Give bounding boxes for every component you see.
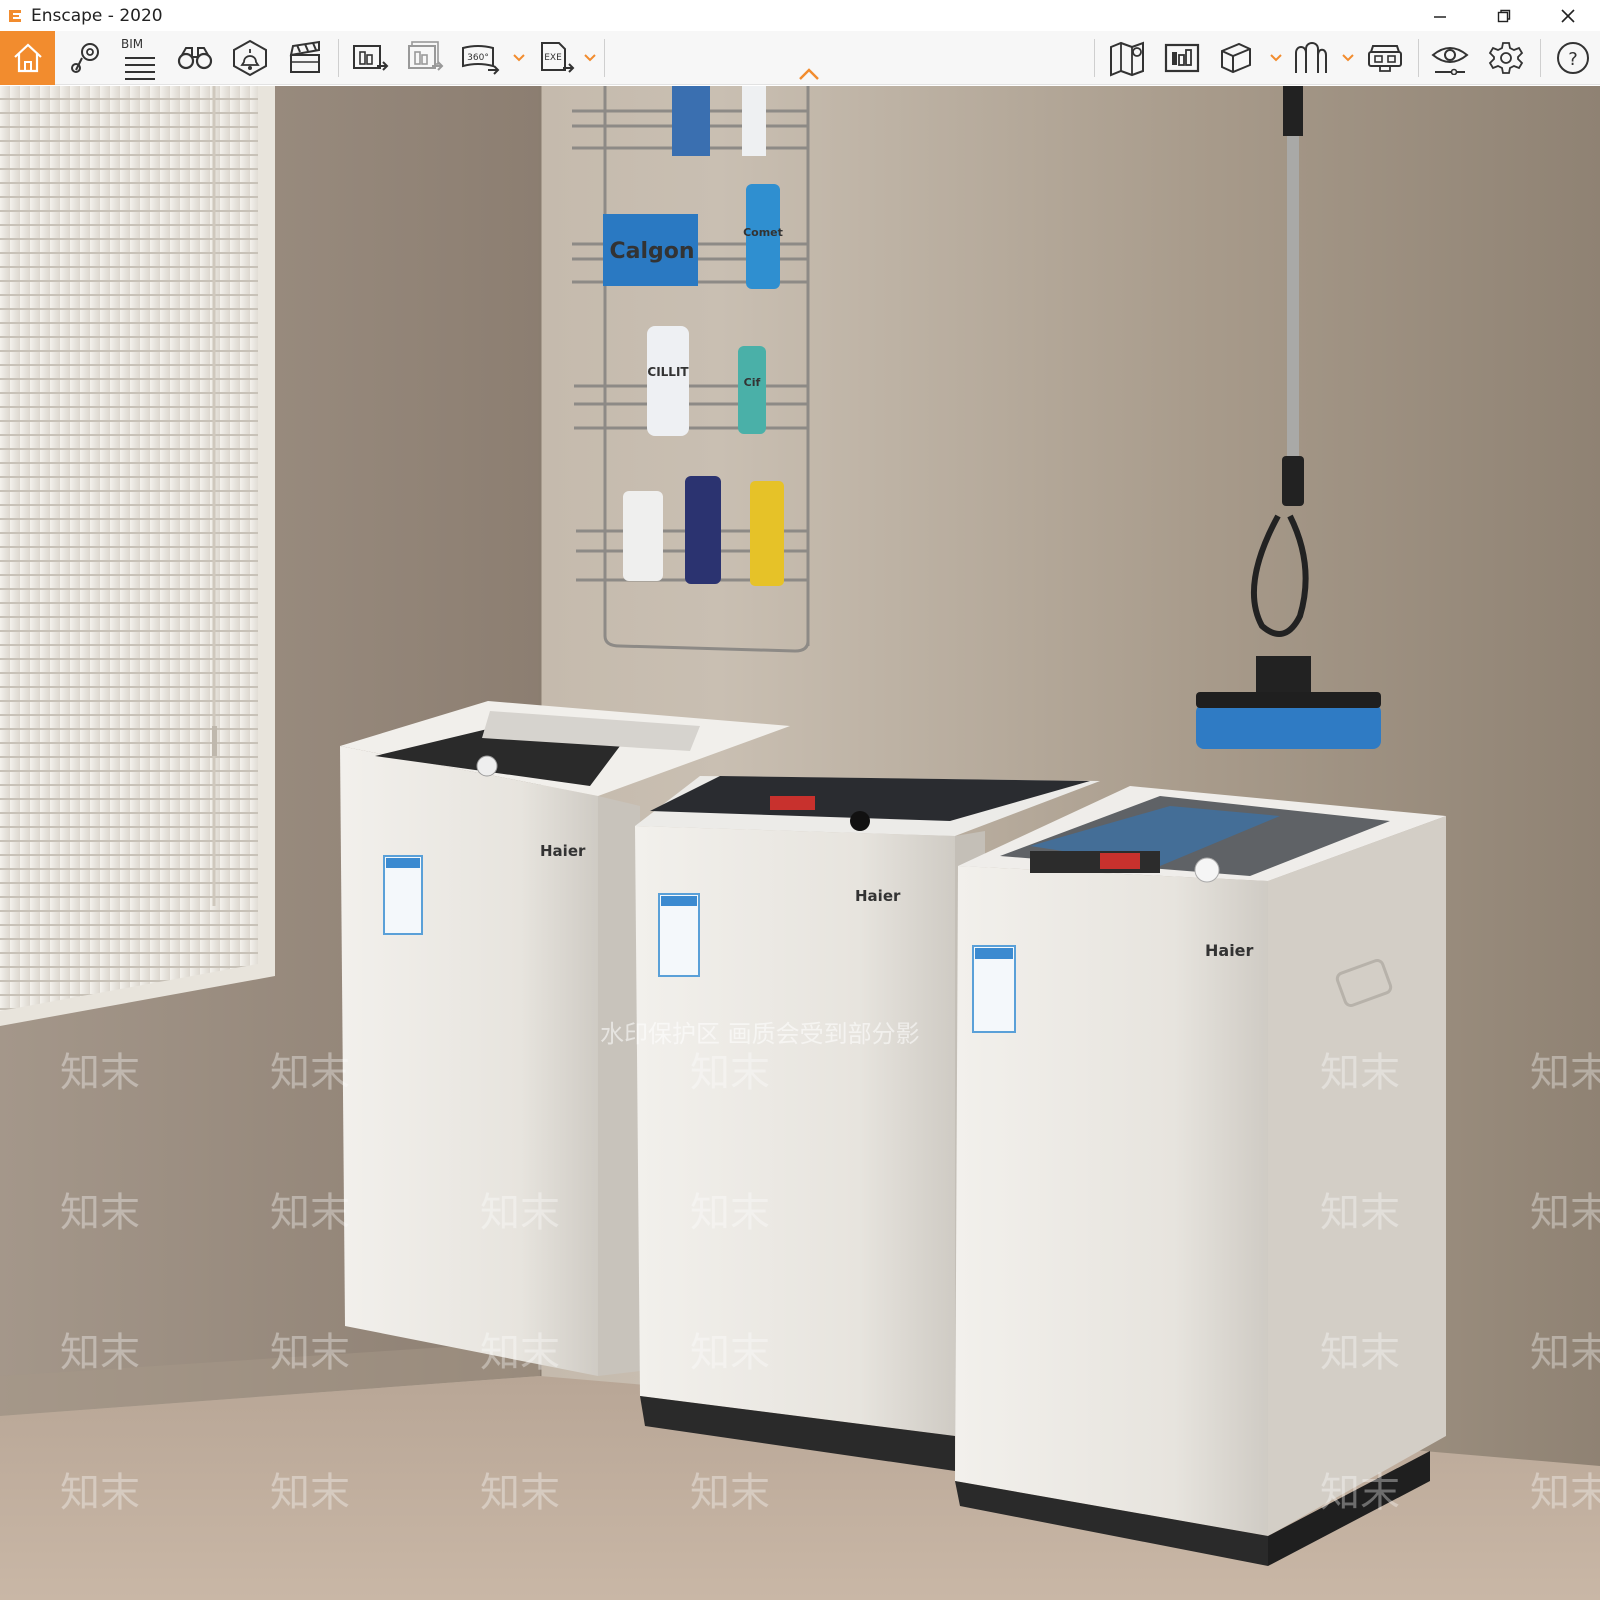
svg-text:知末: 知末: [690, 1190, 770, 1236]
eye-settings-icon: [1431, 47, 1469, 75]
vr-headset-icon: [1368, 45, 1402, 72]
help-label: ?: [1568, 49, 1578, 70]
exe-export-icon: EXE: [541, 42, 575, 73]
close-icon[interactable]: [1536, 0, 1600, 31]
svg-text:知末: 知末: [1530, 1050, 1600, 1096]
help-icon: ?: [1557, 42, 1589, 74]
svg-text:知末: 知末: [1530, 1470, 1600, 1516]
bleach-bottle: [685, 476, 721, 584]
capture-button[interactable]: [1157, 31, 1207, 85]
yellow-spray-bottle: [750, 481, 784, 586]
haier-logo-1: Haier: [540, 842, 586, 860]
chevron-down-icon[interactable]: [513, 53, 525, 63]
map-button[interactable]: [1102, 31, 1152, 85]
location-pin-icon: [71, 43, 99, 73]
panorama-icon: 360°: [462, 45, 500, 75]
restore-icon[interactable]: [1472, 0, 1536, 31]
enscape-logo-icon: [5, 6, 25, 26]
vr-headset-button[interactable]: [1360, 31, 1410, 85]
svg-text:知末: 知末: [270, 1190, 350, 1236]
haier-logo-3: Haier: [1205, 941, 1254, 960]
svg-text:知末: 知末: [480, 1470, 560, 1516]
batch-render-all-icon: [408, 41, 444, 71]
cif-bottle: [738, 346, 766, 434]
svg-text:知末: 知末: [1320, 1050, 1400, 1096]
cillit-label: CILLIT: [647, 365, 689, 379]
calgon-label: Calgon: [609, 239, 694, 264]
binoculars-button[interactable]: [170, 31, 220, 85]
svg-text:知末: 知末: [690, 1470, 770, 1516]
help-button[interactable]: ?: [1548, 31, 1598, 85]
svg-text:知末: 知末: [60, 1190, 140, 1236]
panorama-button[interactable]: 360°: [455, 31, 505, 85]
toolbar-separator: [604, 39, 605, 77]
asset-library-icon: [1295, 42, 1327, 73]
spray-bottle: [742, 86, 766, 156]
home-button[interactable]: [0, 31, 55, 85]
video-editor-button[interactable]: [280, 31, 330, 85]
svg-text:知末: 知末: [1320, 1470, 1400, 1516]
minimize-icon[interactable]: [1408, 0, 1472, 31]
svg-text:知末: 知末: [60, 1470, 140, 1516]
map-icon: [1110, 41, 1144, 77]
bim-label: BIM: [121, 37, 144, 51]
batch-render-icon: [353, 45, 389, 71]
rendered-scene: Calgon Comet CILLIT Cif Haier Haier Haie…: [0, 86, 1600, 1600]
view-management-button[interactable]: [62, 31, 110, 85]
window-controls: [1408, 0, 1600, 31]
svg-text:知末: 知末: [270, 1330, 350, 1376]
washing-machine-3: Haier: [955, 786, 1446, 1566]
comet-label: Comet: [743, 226, 783, 239]
batch-render-all-button[interactable]: [400, 31, 450, 85]
svg-text:知末: 知末: [1530, 1190, 1600, 1236]
svg-text:知末: 知末: [480, 1330, 560, 1376]
general-settings-button[interactable]: [1481, 31, 1531, 85]
render-viewport[interactable]: Calgon Comet CILLIT Cif Haier Haier Haie…: [0, 86, 1600, 1600]
capture-icon: [1164, 43, 1200, 73]
binoculars-icon: [177, 47, 213, 70]
home-icon: [13, 43, 42, 73]
toolbar-separator: [1540, 39, 1541, 77]
haier-logo-2: Haier: [855, 887, 901, 905]
chevron-down-icon[interactable]: [1342, 53, 1354, 63]
svg-text:知末: 知末: [1320, 1190, 1400, 1236]
view-cube-button[interactable]: [1213, 31, 1259, 85]
svg-text:知末: 知末: [1530, 1330, 1600, 1376]
exe-label: EXE: [544, 53, 562, 63]
svg-text:知末: 知末: [1320, 1330, 1400, 1376]
gear-icon: [1488, 42, 1524, 74]
asset-library-button[interactable]: [1288, 31, 1334, 85]
toolbar-separator: [338, 39, 339, 77]
visual-settings-button[interactable]: [1425, 31, 1475, 85]
exe-export-button[interactable]: EXE: [534, 31, 578, 85]
bim-button[interactable]: BIM: [115, 31, 165, 85]
atmosphere-button[interactable]: [225, 31, 275, 85]
title-bar: Enscape - 2020: [0, 0, 1600, 31]
cif-label: Cif: [744, 376, 761, 389]
detergent-bottle: [672, 86, 710, 156]
svg-text:知末: 知末: [270, 1050, 350, 1096]
svg-text:知末: 知末: [270, 1470, 350, 1516]
svg-text:知末: 知末: [480, 1190, 560, 1236]
svg-text:知末: 知末: [690, 1330, 770, 1376]
batch-render-button[interactable]: [345, 31, 395, 85]
svg-text:知末: 知末: [60, 1050, 140, 1096]
svg-text:知末: 知末: [690, 1050, 770, 1096]
watermark-banner: 水印保护区 画质会受到部分影: [600, 1020, 920, 1048]
panorama-label: 360°: [467, 53, 489, 63]
chevron-down-icon[interactable]: [1270, 53, 1282, 63]
toolbar-separator: [1418, 39, 1419, 77]
enscape-toolbar: BIM 360° EXE ?: [0, 31, 1600, 85]
cillit-bottle: [647, 326, 689, 436]
toolbar-separator: [1094, 39, 1095, 77]
soap-bottle: [623, 491, 663, 581]
svg-text:知末: 知末: [60, 1330, 140, 1376]
cube-icon: [1221, 42, 1251, 74]
window-title: Enscape - 2020: [31, 5, 163, 26]
window-blinds: [0, 86, 275, 1026]
chevron-down-icon[interactable]: [584, 53, 596, 63]
clapperboard-icon: [289, 40, 320, 73]
collapse-toolbar-icon[interactable]: [798, 67, 820, 81]
atmosphere-icon: [233, 39, 267, 77]
